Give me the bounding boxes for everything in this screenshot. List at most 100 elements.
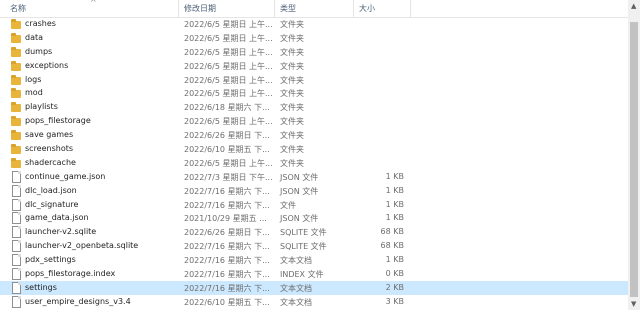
file-type: 文本文档 <box>280 297 312 307</box>
file-name: settings <box>25 282 57 292</box>
file-row[interactable]: data 2022/6/5 星期日 上午... 文件夹 <box>0 31 628 45</box>
file-size: 0 KB <box>385 269 404 279</box>
file-size: 1 KB <box>385 213 404 223</box>
file-row[interactable]: screenshots 2022/6/10 星期五 下... 文件夹 <box>0 142 628 156</box>
file-type: INDEX 文件 <box>280 270 324 280</box>
column-header-date[interactable]: 修改日期 <box>184 3 216 14</box>
file-type: 文件夹 <box>280 89 304 99</box>
file-date: 2022/6/26 星期日 下... <box>184 228 270 238</box>
column-divider[interactable] <box>274 0 275 17</box>
file-type: 文件夹 <box>280 145 304 155</box>
file-name: screenshots <box>25 144 74 154</box>
file-row[interactable]: pops_filestorage.index 2022/7/16 星期六 下...… <box>0 267 628 281</box>
file-row[interactable]: playlists 2022/6/18 星期六 下... 文件夹 <box>0 100 628 114</box>
file-row[interactable]: pops_filestorage 2022/6/5 星期日 上午... 文件夹 <box>0 114 628 128</box>
file-date: 2022/6/5 星期日 上午... <box>184 61 273 71</box>
file-name: pops_filestorage <box>25 116 91 126</box>
file-date: 2022/6/26 星期日 下... <box>184 131 270 141</box>
file-row[interactable]: settings 2022/7/16 星期六 下... 文本文档 2 KB <box>0 280 628 295</box>
column-header-size[interactable]: 大小 <box>359 3 375 14</box>
file-date: 2022/6/5 星期日 上午... <box>184 33 273 43</box>
sort-up-icon: ^ <box>90 0 97 7</box>
column-header-type[interactable]: 类型 <box>280 3 296 14</box>
file-date: 2022/6/5 星期日 上午... <box>184 47 273 57</box>
file-row[interactable]: dlc_signature 2022/7/16 星期六 下... 文件 1 KB <box>0 198 628 212</box>
folder-icon <box>11 88 21 99</box>
file-size: 1 KB <box>385 255 404 265</box>
file-name: shadercache <box>25 157 76 167</box>
file-date: 2022/6/10 星期五 下... <box>184 145 270 155</box>
column-divider[interactable] <box>410 0 411 17</box>
file-row[interactable]: mod 2022/6/5 星期日 上午... 文件夹 <box>0 86 628 100</box>
file-name: pdx_settings <box>25 255 76 265</box>
file-row[interactable]: continue_game.json 2022/7/3 星期日 下午... JSON… <box>0 170 628 184</box>
column-divider[interactable] <box>178 0 179 17</box>
file-row[interactable]: shadercache 2022/6/5 星期日 上午... 文件夹 <box>0 156 628 170</box>
file-icon <box>12 212 21 225</box>
column-header-name[interactable]: 名称 <box>10 3 26 14</box>
file-name: logs <box>25 74 42 84</box>
file-name: data <box>25 32 44 42</box>
file-date: 2022/6/18 星期六 下... <box>184 103 270 113</box>
file-type: JSON 文件 <box>280 186 319 196</box>
file-type: 文件夹 <box>280 117 304 127</box>
file-name: user_empire_designs_v3.4 <box>25 296 131 306</box>
file-name: pops_filestorage.index <box>25 269 116 279</box>
column-divider[interactable] <box>353 0 354 17</box>
file-size: 1 KB <box>385 171 404 181</box>
file-row[interactable]: logs 2022/6/5 星期日 上午... 文件夹 <box>0 73 628 87</box>
folder-icon <box>11 116 21 127</box>
folder-icon <box>11 32 21 43</box>
vertical-scrollbar[interactable]: ▲ ▼ <box>628 0 640 310</box>
file-row[interactable]: launcher-v2_openbeta.sqlite 2022/7/16 星期六… <box>0 239 628 253</box>
file-size: 68 KB <box>380 227 404 237</box>
file-type: 文件夹 <box>280 131 304 141</box>
file-row[interactable]: game_data.json 2021/10/29 星期五 ... JSON 文件 1… <box>0 211 628 225</box>
file-type: 文件 <box>280 200 296 210</box>
file-date: 2022/7/16 星期六 下... <box>184 283 270 293</box>
folder-icon <box>11 144 21 155</box>
file-date: 2022/7/3 星期日 下午... <box>184 172 273 182</box>
file-date: 2022/7/16 星期六 下... <box>184 242 270 252</box>
file-list: crashes 2022/6/5 星期日 上午... 文件夹 data 2022/6/5… <box>0 17 628 309</box>
file-name: launcher-v2_openbeta.sqlite <box>25 241 139 251</box>
file-icon <box>12 170 21 183</box>
file-type: 文件夹 <box>280 20 304 29</box>
file-size: 1 KB <box>385 185 404 195</box>
file-icon <box>12 295 21 308</box>
file-type: 文件夹 <box>280 75 304 85</box>
file-icon <box>12 254 21 267</box>
file-name: exceptions <box>25 60 69 70</box>
file-size: 1 KB <box>385 199 404 209</box>
file-row[interactable]: save games 2022/6/26 星期日 下... 文件夹 <box>0 128 628 142</box>
file-date: 2021/10/29 星期五 ... <box>184 214 267 224</box>
file-icon <box>12 281 21 294</box>
file-date: 2022/6/5 星期日 上午... <box>184 75 273 85</box>
scroll-down-icon[interactable]: ▼ <box>631 300 636 308</box>
folder-icon <box>11 46 21 57</box>
file-name: mod <box>25 88 43 98</box>
file-size: 2 KB <box>385 282 404 292</box>
file-icon <box>12 198 21 211</box>
folder-icon <box>11 60 21 71</box>
file-row[interactable]: user_empire_designs_v3.4 2022/6/10 星期五 下.… <box>0 295 628 309</box>
file-row[interactable]: exceptions 2022/6/5 星期日 上午... 文件夹 <box>0 59 628 73</box>
scrollbar-thumb[interactable] <box>630 22 638 297</box>
file-date: 2022/7/16 星期六 下... <box>184 256 270 266</box>
file-row[interactable]: dlc_load.json 2022/7/16 星期六 下... JSON 文件 1 … <box>0 184 628 198</box>
file-row[interactable]: dumps 2022/6/5 星期日 上午... 文件夹 <box>0 45 628 59</box>
file-name: playlists <box>25 102 58 112</box>
file-row[interactable]: crashes 2022/6/5 星期日 上午... 文件夹 <box>0 17 628 31</box>
scroll-up-icon[interactable]: ▲ <box>631 2 636 10</box>
file-type: JSON 文件 <box>280 172 319 182</box>
file-name: crashes <box>25 19 56 28</box>
folder-icon <box>11 130 21 141</box>
file-icon <box>12 240 21 253</box>
file-row[interactable]: pdx_settings 2022/7/16 星期六 下... 文本文档 1 KB <box>0 253 628 267</box>
folder-icon <box>11 19 21 29</box>
file-row[interactable]: launcher-v2.sqlite 2022/6/26 星期日 下... SQLI… <box>0 225 628 239</box>
file-size: 68 KB <box>380 241 404 251</box>
file-type: 文件夹 <box>280 103 304 113</box>
file-type: SQLITE 文件 <box>280 242 327 252</box>
file-type: 文本文档 <box>280 283 312 293</box>
